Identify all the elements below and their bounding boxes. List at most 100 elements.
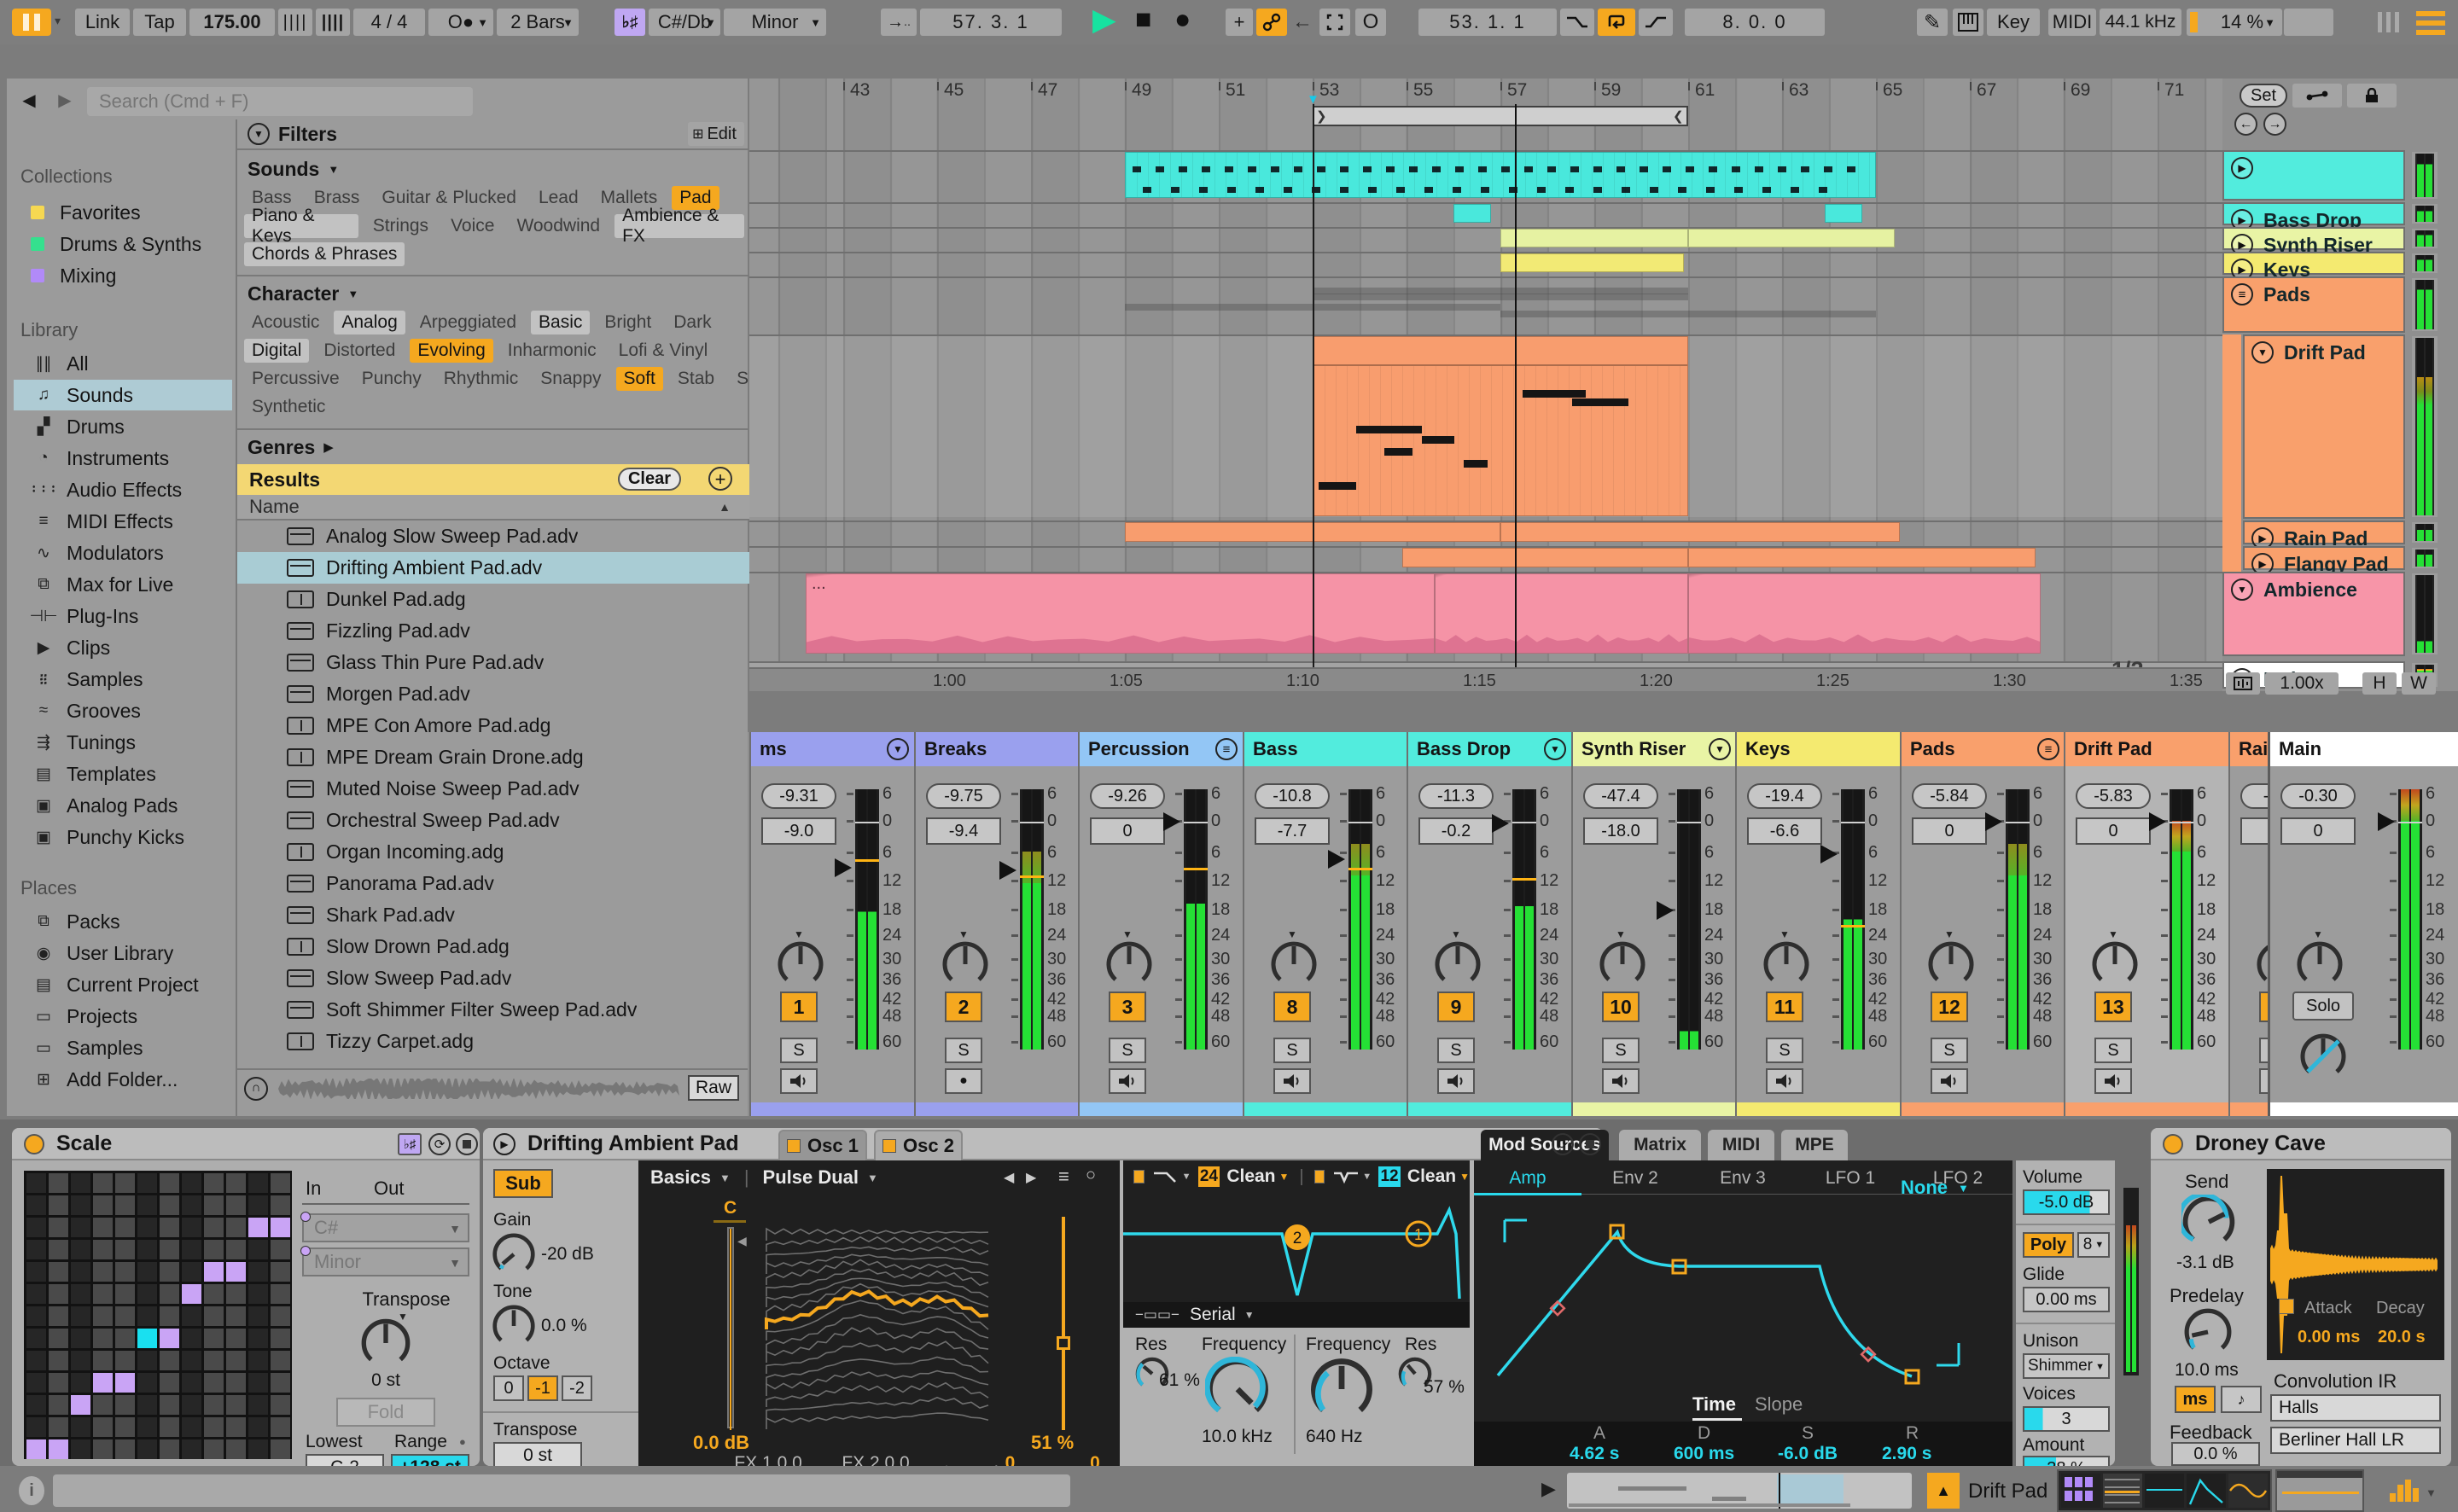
solo-button[interactable]: S — [1602, 1038, 1640, 1063]
punch-in-button[interactable] — [1560, 9, 1594, 36]
scale-cell[interactable] — [204, 1395, 224, 1415]
filter-tag-evolving[interactable]: Evolving — [410, 339, 493, 363]
scale-cell[interactable] — [49, 1417, 68, 1437]
scale-cell[interactable] — [93, 1195, 113, 1215]
track-header-ambience[interactable]: ▼ Ambience — [2222, 572, 2405, 656]
result-item[interactable]: Shark Pad.adv — [237, 899, 749, 931]
result-item[interactable]: Muted Noise Sweep Pad.adv — [237, 773, 749, 805]
scale-cell[interactable] — [271, 1218, 290, 1237]
sidebar-item-grooves[interactable]: ≈ Grooves — [14, 695, 232, 726]
scale-cell[interactable] — [49, 1439, 68, 1459]
scale-cell[interactable] — [226, 1173, 246, 1193]
scale-cell[interactable] — [71, 1240, 90, 1259]
scale-pad-grid[interactable] — [24, 1171, 292, 1459]
mixer-strip-ms[interactable]: ms ▼ -9.31 -9.0 6 0 6 12 18 24 30 36 42 48 60 ▼ 1 S — [749, 732, 914, 1116]
scale-cell[interactable] — [71, 1195, 90, 1215]
track-number-button[interactable]: 9 — [1437, 992, 1475, 1022]
return-device-thumbnail[interactable] — [2275, 1469, 2364, 1512]
filter-tag-dark[interactable]: Dark — [666, 311, 719, 334]
track-number-button[interactable]: 12 — [1931, 992, 1968, 1022]
filter-tag-piano-keys[interactable]: Piano & Keys — [244, 206, 358, 246]
sidebar-item-clips[interactable]: ▶ Clips — [14, 632, 232, 663]
track-number-button[interactable]: 3 — [1109, 992, 1146, 1022]
mod-target-select[interactable]: None ▼ — [1901, 1176, 1995, 1200]
scale-cell[interactable] — [182, 1351, 201, 1370]
octave-button-0[interactable]: 0 — [493, 1375, 524, 1401]
scale-cell[interactable] — [115, 1351, 135, 1370]
mixer-strip-drift-pad[interactable]: Drift Pad -5.83 0 6 0 6 12 18 24 30 36 42 48 60 ▼ 13 S — [2064, 732, 2228, 1116]
scale-cell[interactable] — [26, 1218, 46, 1237]
clip-flangypad[interactable] — [1401, 548, 1688, 567]
transpose-knob[interactable] — [360, 1317, 411, 1369]
scale-cell[interactable] — [248, 1218, 268, 1237]
scale-cell[interactable] — [271, 1240, 290, 1259]
adsr-r-value[interactable]: 2.90 s — [1882, 1444, 1976, 1464]
fit-height-button[interactable]: H — [2362, 672, 2397, 695]
browser-back-button[interactable]: ◀ — [14, 87, 44, 114]
key-map-mode-button[interactable]: Key — [1987, 9, 2040, 36]
clip-synthriser[interactable] — [1688, 229, 1895, 247]
time-ruler[interactable]: 1:00 1:05 1:10 1:15 1:20 1:25 1:30 1:35 — [749, 667, 2222, 691]
ir-file-select[interactable]: Berliner Hall LR — [2270, 1427, 2441, 1454]
time-signature-field[interactable]: 4 / 4 — [353, 9, 425, 36]
fold-icon[interactable]: ▼ — [1544, 738, 1566, 760]
result-item[interactable]: MPE Con Amore Pad.adg — [237, 710, 749, 741]
volume-field[interactable]: 0 — [1090, 817, 1165, 845]
strip-header[interactable]: Keys — [1737, 732, 1900, 766]
punch-out-button[interactable] — [1639, 9, 1673, 36]
octave-button--1[interactable]: -1 — [527, 1375, 558, 1401]
filter2-slope-badge[interactable]: 12 — [1378, 1166, 1401, 1187]
scale-cell[interactable] — [137, 1351, 157, 1370]
fader-handle[interactable] — [835, 858, 852, 877]
scale-cell[interactable] — [248, 1284, 268, 1304]
strip-header[interactable]: Breaks — [916, 732, 1079, 766]
scale-cell[interactable] — [226, 1395, 246, 1415]
scale-cell[interactable] — [26, 1284, 46, 1304]
solo-button[interactable]: S — [780, 1038, 818, 1063]
track-lane-synthriser[interactable] — [749, 227, 2222, 248]
scale-cell[interactable] — [271, 1173, 290, 1193]
clip-bassdrop[interactable] — [1824, 204, 1862, 223]
scale-cell[interactable] — [137, 1373, 157, 1393]
filter1-slope-badge[interactable]: 24 — [1197, 1166, 1220, 1187]
result-item[interactable]: Drifting Ambient Pad.adv — [237, 552, 749, 584]
scale-cell[interactable] — [137, 1439, 157, 1459]
scale-cell[interactable] — [115, 1218, 135, 1237]
sidebar-item-current-project[interactable]: ▤ Current Project — [14, 969, 232, 1000]
strip-header[interactable]: Main — [2270, 732, 2458, 766]
scale-cell[interactable] — [248, 1173, 268, 1193]
scale-cell[interactable] — [26, 1240, 46, 1259]
result-item[interactable]: MPE Dream Grain Drone.adg — [237, 741, 749, 773]
clip-keys[interactable] — [1500, 253, 1684, 272]
mixer-strip-synth-riser[interactable]: Synth Riser ▼ -47.4 -18.0 6 0 6 12 18 24 30 36 42 48 6… — [1571, 732, 1736, 1116]
scale-cell[interactable] — [271, 1262, 290, 1282]
filter-tag-stab[interactable]: Stab — [670, 367, 722, 391]
mixer-strip-bass-drop[interactable]: Bass Drop ▼ -11.3 -0.2 6 0 6 12 18 24 30 36 42 48 60 ▼ 9… — [1407, 732, 1571, 1116]
track-header-rainpad[interactable]: ▶ Rain Pad — [2243, 520, 2405, 550]
scale-cell[interactable] — [182, 1329, 201, 1348]
tone-knob[interactable] — [492, 1304, 536, 1348]
scale-cell[interactable] — [137, 1417, 157, 1437]
mixer-strip-breaks[interactable]: Breaks -9.75 -9.4 6 0 6 12 18 24 30 36 42 48 60 ▼ 2 S ● — [914, 732, 1079, 1116]
scale-cell[interactable] — [271, 1195, 290, 1215]
filter-tag-basic[interactable]: Basic — [531, 311, 591, 334]
time-slope-toggle[interactable]: Time Slope — [1692, 1393, 1863, 1416]
track-header-keys[interactable]: ▶ Keys — [2222, 252, 2405, 281]
quantize-menu[interactable]: 2 Bars ▼ — [497, 9, 579, 36]
filter-tag-digital[interactable]: Digital — [244, 339, 310, 363]
scale-cell[interactable] — [248, 1195, 268, 1215]
solo-button[interactable]: S — [945, 1038, 982, 1063]
scale-cell[interactable] — [248, 1240, 268, 1259]
list-view-icon[interactable]: ≡ — [1058, 1166, 1069, 1188]
track-activator-button[interactable] — [1273, 1068, 1311, 1094]
strip-header[interactable]: Bass — [1244, 732, 1407, 766]
scale-cell[interactable] — [182, 1262, 201, 1282]
scale-cell[interactable] — [115, 1173, 135, 1193]
track-header-pads[interactable]: ≡ Pads — [2222, 276, 2405, 333]
category-select[interactable]: Basics — [650, 1166, 711, 1189]
filter-tag-strings[interactable]: Strings — [365, 214, 436, 238]
filter1-on-checkbox[interactable] — [1133, 1170, 1145, 1183]
filter-tag-arpeggiated[interactable]: Arpeggiated — [412, 311, 524, 334]
record-button[interactable]: ● — [1174, 3, 1191, 35]
peak-level-field[interactable]: -47.4 — [1583, 783, 1658, 809]
